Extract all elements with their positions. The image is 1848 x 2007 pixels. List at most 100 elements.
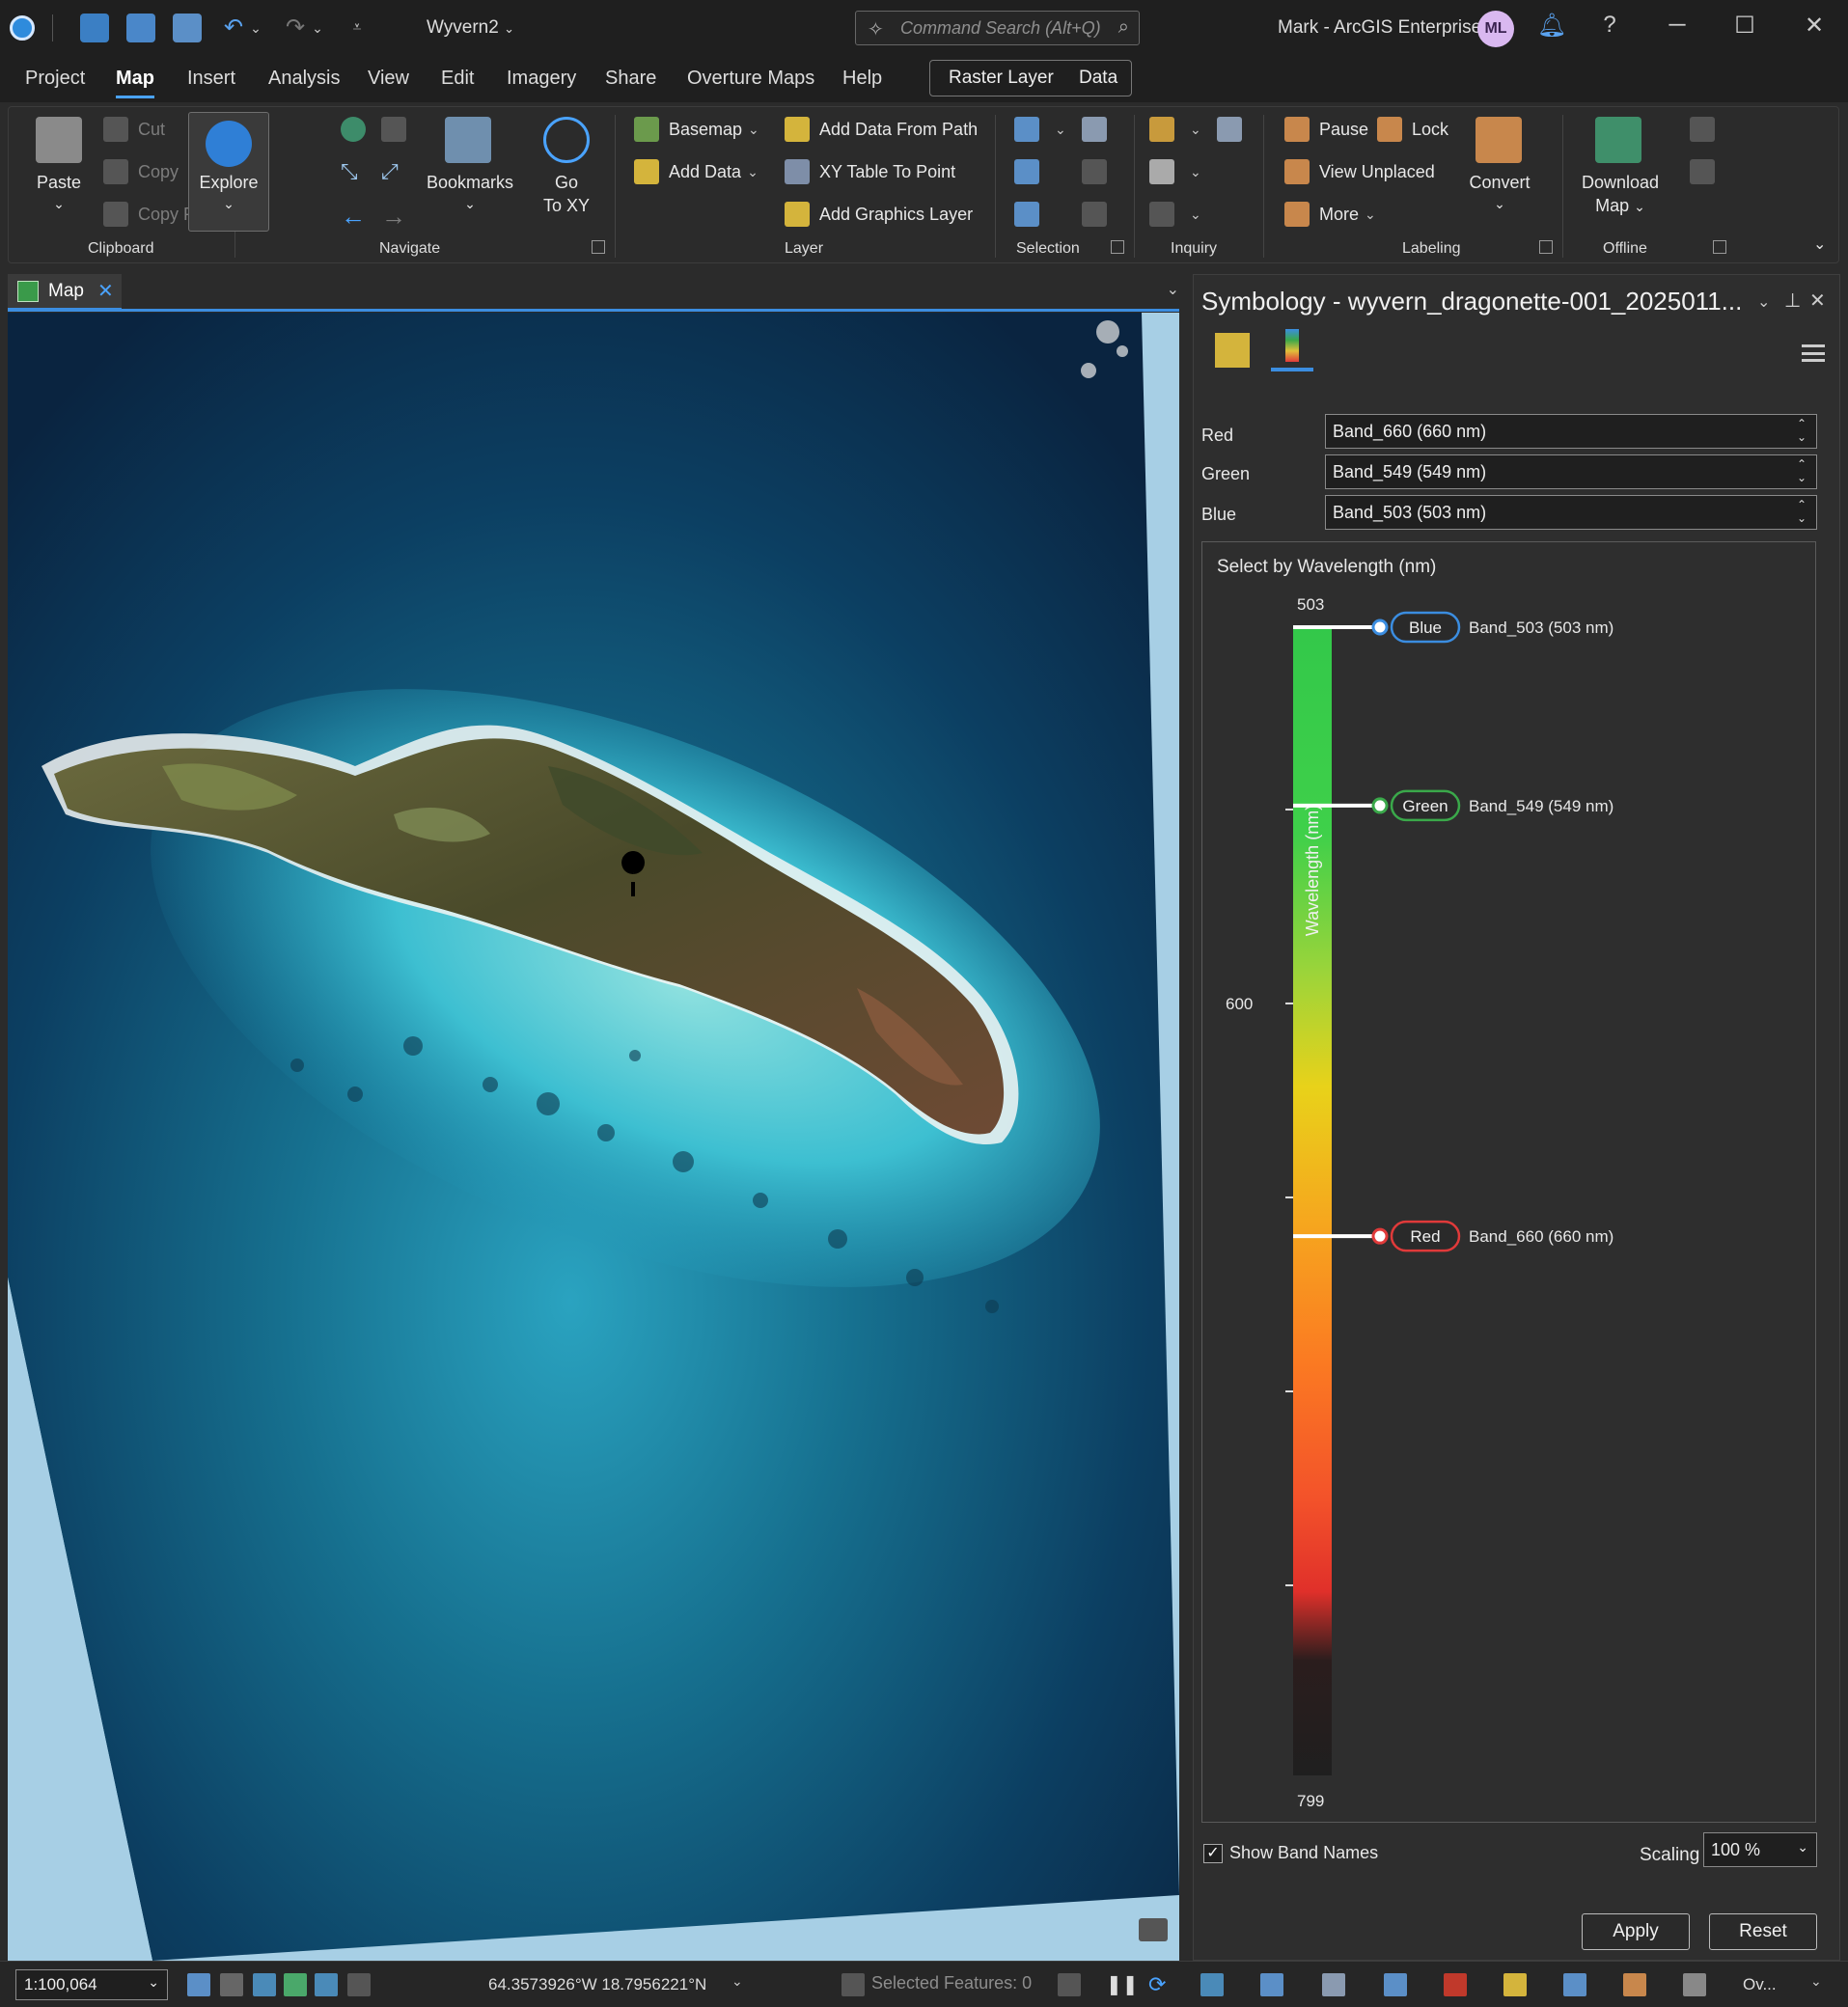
convert-dropdown-icon[interactable]: ⌄ — [1456, 196, 1543, 212]
menu-icon[interactable] — [1802, 344, 1825, 362]
cut-button[interactable]: Cut — [103, 117, 165, 142]
tab-map-view[interactable]: Map ✕ — [8, 274, 122, 311]
chart-pane-icon[interactable] — [1563, 1973, 1586, 1996]
paste-button[interactable]: Paste — [22, 173, 96, 193]
go-to-xy-button[interactable]: Go — [538, 173, 595, 193]
more-panes-chevron-icon[interactable]: ⌄ — [1810, 1973, 1834, 1996]
more-labeling-button[interactable]: More ⌄ — [1284, 202, 1376, 227]
catalog-pane-icon[interactable] — [1200, 1973, 1224, 1996]
locate-button[interactable] — [1217, 117, 1252, 142]
green-band-select[interactable]: Band_549 (549 nm) ⌃ ⌄ — [1325, 454, 1817, 489]
download-map-button[interactable]: Download — [1572, 173, 1669, 193]
symbology-pane-icon[interactable] — [1503, 1973, 1527, 1996]
primary-symbology-tab-icon[interactable] — [1215, 333, 1250, 368]
labeling-dialog-launcher-icon[interactable] — [1539, 240, 1553, 254]
attribute-pane-icon[interactable] — [1260, 1973, 1283, 1996]
apply-button[interactable]: Apply — [1582, 1913, 1690, 1950]
ribbon-collapse-chevron-icon[interactable]: ⌄ — [1813, 234, 1826, 254]
xy-table-to-point-button[interactable]: XY Table To Point — [785, 159, 955, 184]
tab-data[interactable]: Data — [1079, 68, 1117, 89]
coordinate-conversion-button[interactable]: ⌄ — [1149, 202, 1201, 227]
show-band-names-checkbox[interactable]: ✓ — [1203, 1844, 1223, 1863]
element-pane-icon[interactable] — [1683, 1973, 1706, 1996]
pause-labeling-button[interactable]: Pause — [1284, 117, 1368, 142]
pin-pane-icon[interactable]: ⊥ — [1784, 289, 1801, 313]
map-navigator-icon[interactable] — [1139, 1918, 1168, 1941]
zoom-to-selection-button[interactable] — [1082, 202, 1117, 227]
rotation-icon[interactable] — [347, 1973, 371, 1996]
lock-labeling-button[interactable]: Lock — [1377, 117, 1448, 142]
paste-dropdown-icon[interactable]: ⌄ — [22, 196, 96, 212]
tab-analysis[interactable]: Analysis — [268, 68, 340, 90]
undo-dropdown-icon[interactable]: ⌄ — [248, 14, 263, 42]
pause-drawing-icon[interactable]: ❚❚ — [1106, 1973, 1139, 1996]
close-tab-icon[interactable]: ✕ — [97, 279, 114, 303]
clear-selection-button[interactable] — [1082, 159, 1117, 184]
copy-button[interactable]: Copy — [103, 159, 179, 184]
select-button[interactable]: ⌄ — [1014, 117, 1066, 142]
select-by-attributes-button[interactable] — [1014, 159, 1049, 184]
signed-in-user[interactable]: Mark - ArcGIS Enterprise — [1278, 17, 1481, 39]
refresh-icon[interactable]: ⟳ — [1148, 1973, 1172, 1996]
forward-arrow-icon[interactable]: → — [381, 202, 406, 232]
close-window-icon[interactable]: ✕ — [1795, 12, 1834, 44]
maximize-icon[interactable]: ☐ — [1725, 12, 1764, 44]
scaling-dropdown[interactable]: 100 % ⌄ — [1703, 1832, 1817, 1867]
bookmarks-dropdown-icon[interactable]: ⌄ — [422, 196, 518, 212]
tab-view[interactable]: View — [368, 68, 409, 90]
pan-icon[interactable] — [284, 1973, 307, 1996]
arcgis-pro-app-icon[interactable] — [10, 15, 35, 41]
tab-help[interactable]: Help — [842, 68, 882, 90]
new-project-icon[interactable] — [80, 14, 109, 42]
offline-dialog-launcher-icon[interactable] — [1713, 240, 1726, 254]
tab-project[interactable]: Project — [25, 68, 85, 90]
map-canvas[interactable] — [8, 313, 1179, 1961]
explore-dropdown-icon[interactable]: ⌄ — [188, 196, 269, 212]
table-icon[interactable] — [220, 1973, 243, 1996]
tab-list-chevron-icon[interactable]: ⌄ — [1167, 280, 1179, 299]
back-arrow-icon[interactable]: ← — [341, 202, 366, 232]
lock-extent-icon[interactable] — [1058, 1973, 1081, 1996]
notifications-bell-icon[interactable]: 🔔︎ — [1532, 12, 1571, 44]
tab-insert[interactable]: Insert — [187, 68, 235, 90]
redo-dropdown-icon[interactable]: ⌄ — [310, 14, 325, 42]
red-band-select[interactable]: Band_660 (660 nm) ⌃ ⌄ — [1325, 414, 1817, 449]
spectral-band-tab[interactable] — [1271, 329, 1313, 371]
select-by-location-button[interactable] — [1014, 202, 1049, 227]
project-title[interactable]: Wyvern2 ⌄ — [427, 17, 514, 39]
tab-edit[interactable]: Edit — [441, 68, 474, 90]
tab-share[interactable]: Share — [605, 68, 656, 90]
remove-offline-button[interactable] — [1690, 159, 1724, 184]
customize-toolbar-icon[interactable]: ⩡ — [343, 14, 372, 42]
open-project-icon[interactable] — [126, 14, 155, 42]
minimize-icon[interactable]: ─ — [1658, 12, 1696, 44]
tab-raster-layer[interactable]: Raster Layer — [949, 68, 1054, 89]
geoprocessing-pane-icon[interactable] — [1384, 1973, 1407, 1996]
fixed-zoom-in-icon[interactable]: ⤡ — [341, 159, 358, 184]
convert-button[interactable]: Convert — [1456, 173, 1543, 193]
sync-button[interactable] — [1690, 117, 1724, 142]
bookmarks-button[interactable]: Bookmarks — [422, 173, 518, 193]
tab-overture-maps[interactable]: Overture Maps — [687, 68, 814, 90]
fields-pane-icon[interactable] — [1322, 1973, 1345, 1996]
grid-icon[interactable] — [187, 1973, 210, 1996]
reset-button[interactable]: Reset — [1709, 1913, 1817, 1950]
overview-pane-tab[interactable]: Ov... — [1743, 1975, 1777, 1994]
pane-options-chevron-icon[interactable]: ⌄ — [1757, 292, 1770, 312]
coordinate-format-dropdown-icon[interactable]: ⌄ — [731, 1973, 755, 1996]
blue-band-select[interactable]: Band_503 (503 nm) ⌃ ⌄ — [1325, 495, 1817, 530]
navigate-dialog-launcher-icon[interactable] — [592, 240, 605, 254]
view-unplaced-button[interactable]: View Unplaced — [1284, 159, 1435, 184]
save-project-icon[interactable] — [173, 14, 202, 42]
help-button[interactable]: ? — [1590, 12, 1629, 44]
undo-icon[interactable]: ↶ — [219, 14, 248, 42]
close-pane-icon[interactable]: ✕ — [1809, 289, 1826, 313]
paste-icon[interactable] — [36, 117, 82, 163]
attributes-button[interactable] — [1082, 117, 1117, 142]
redo-icon[interactable]: ↷ — [281, 14, 310, 42]
previous-extent-button[interactable] — [381, 117, 416, 142]
scale-dropdown[interactable]: 1:100,064 ⌄ — [15, 1969, 168, 2000]
command-search-input[interactable]: ✧ Command Search (Alt+Q) ⌕ — [855, 11, 1140, 45]
measure-button[interactable]: ⌄ — [1149, 117, 1201, 142]
north-arrow-icon[interactable] — [315, 1973, 338, 1996]
